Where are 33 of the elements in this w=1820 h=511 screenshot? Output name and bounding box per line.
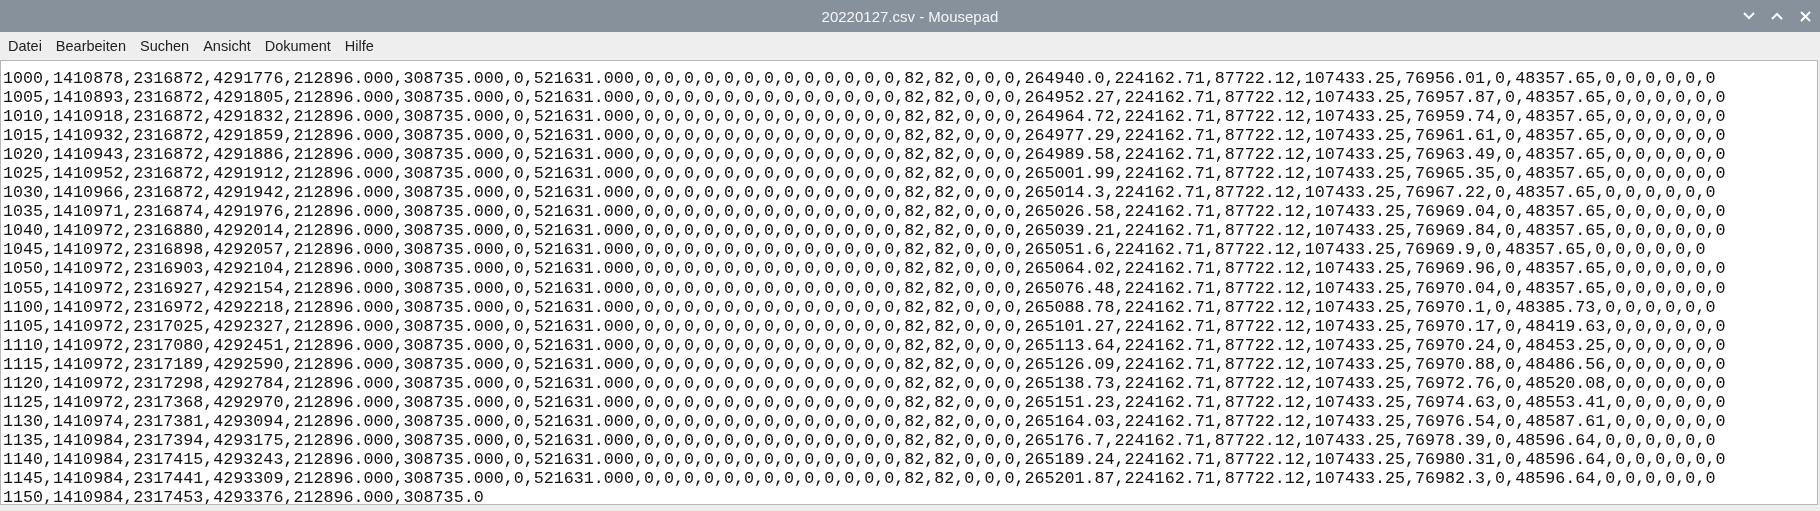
chevron-up-icon [1771,12,1783,20]
text-line: 1040,1410972,2316880,4292014,212896.000,308735.000,0,521631.000,0,0,0,0,0,0,0,0,0,0,0,0,0,82,82,0,0,0,265039.21,224162.71,87722.12,107433.25,76969.84,0,48357.65,0,0,0,0,0,0 [3,221,1726,241]
text-line: 1045,1410972,2316898,4292057,212896.000,308735.000,0,521631.000,0,0,0,0,0,0,0,0,0,0,0,0,0,82,82,0,0,0,265051.6,224162.71,87722.12,107433.25,76969.9,0,48357.65,0,0,0,0,0,0 [3,240,1706,260]
text-line: 1055,1410972,2316927,4292154,212896.000,308735.000,0,521631.000,0,0,0,0,0,0,0,0,0,0,0,0,0,82,82,0,0,0,265076.48,224162.71,87722.12,107433.25,76970.04,0,48357.65,0,0,0,0,0,0 [3,278,1726,298]
window-title: 20220127.csv - Mousepad [821,7,999,25]
menu-item[interactable]: Ansicht [197,38,257,54]
text-line: 1125,1410972,2317368,4292970,212896.000,308735.000,0,521631.000,0,0,0,0,0,0,0,0,0,0,0,0,0,82,82,0,0,0,265151.23,224162.71,87722.12,107433.25,76974.63,0,48553.41,0,0,0,0,0,0 [3,392,1726,412]
menu-item[interactable]: Hilfe [338,38,380,54]
menu-item[interactable]: Dokument [258,38,337,54]
text-line: 1035,1410971,2316874,4291976,212896.000,308735.000,0,521631.000,0,0,0,0,0,0,0,0,0,0,0,0,0,82,82,0,0,0,265026.58,224162.71,87722.12,107433.25,76969.04,0,48357.65,0,0,0,0,0,0 [3,202,1726,222]
text-line: 1050,1410972,2316903,4292104,212896.000,308735.000,0,521631.000,0,0,0,0,0,0,0,0,0,0,0,0,0,82,82,0,0,0,265064.02,224162.71,87722.12,107433.25,76969.96,0,48357.65,0,0,0,0,0,0 [3,259,1726,279]
menu-item[interactable]: Bearbeiten [49,38,132,54]
text-line: 1005,1410893,2316872,4291805,212896.000,308735.000,0,521631.000,0,0,0,0,0,0,0,0,0,0,0,0,0,82,82,0,0,0,264952.27,224162.71,87722.12,107433.25,76957.87,0,48357.65,0,0,0,0,0,0 [3,88,1726,108]
text-line: 1140,1410984,2317415,4293243,212896.000,308735.000,0,521631.000,0,0,0,0,0,0,0,0,0,0,0,0,0,82,82,0,0,0,265189.24,224162.71,87722.12,107433.25,76980.31,0,48596.64,0,0,0,0,0,0 [3,449,1726,469]
text-line: 1025,1410952,2316872,4291912,212896.000,308735.000,0,521631.000,0,0,0,0,0,0,0,0,0,0,0,0,0,82,82,0,0,0,265001.99,224162.71,87722.12,107433.25,76965.35,0,48357.65,0,0,0,0,0,0 [3,164,1726,184]
text-line: 1110,1410972,2317080,4292451,212896.000,308735.000,0,521631.000,0,0,0,0,0,0,0,0,0,0,0,0,0,82,82,0,0,0,265113.64,224162.71,87722.12,107433.25,76970.24,0,48453.25,0,0,0,0,0,0 [3,335,1726,355]
text-line: 1010,1410918,2316872,4291832,212896.000,308735.000,0,521631.000,0,0,0,0,0,0,0,0,0,0,0,0,0,82,82,0,0,0,264964.72,224162.71,87722.12,107433.25,76959.74,0,48357.65,0,0,0,0,0,0 [3,107,1726,127]
text-line: 1145,1410984,2317441,4293309,212896.000,308735.000,0,521631.000,0,0,0,0,0,0,0,0,0,0,0,0,0,82,82,0,0,0,265201.87,224162.71,87722.12,107433.25,76982.3,0,48596.64,0,0,0,0,0,0 [3,469,1716,489]
text-line: 1135,1410984,2317394,4293175,212896.000,308735.000,0,521631.000,0,0,0,0,0,0,0,0,0,0,0,0,0,82,82,0,0,0,265176.7,224162.71,87722.12,107433.25,76978.39,0,48596.64,0,0,0,0,0,0 [3,430,1716,450]
text-line: 1000,1410878,2316872,4291776,212896.000,308735.000,0,521631.000,0,0,0,0,0,0,0,0,0,0,0,0,0,82,82,0,0,0,264940.0,224162.71,87722.12,107433.25,76956.01,0,48357.65,0,0,0,0,0,0 [3,69,1716,89]
text-line: 1115,1410972,2317189,4292590,212896.000,308735.000,0,521631.000,0,0,0,0,0,0,0,0,0,0,0,0,0,82,82,0,0,0,265126.09,224162.71,87722.12,107433.25,76970.88,0,48486.56,0,0,0,0,0,0 [3,354,1726,374]
text-line: 1130,1410974,2317381,4293094,212896.000,308735.000,0,521631.000,0,0,0,0,0,0,0,0,0,0,0,0,0,82,82,0,0,0,265164.03,224162.71,87722.12,107433.25,76976.54,0,48587.61,0,0,0,0,0,0 [3,411,1726,431]
text-line: 1100,1410972,2316972,4292218,212896.000,308735.000,0,521631.000,0,0,0,0,0,0,0,0,0,0,0,0,0,82,82,0,0,0,265088.78,224162.71,87722.12,107433.25,76970.1,0,48385.73,0,0,0,0,0,0 [3,297,1716,317]
close-icon [1799,10,1811,22]
menu-item[interactable]: Suchen [134,38,196,54]
text-line: 1120,1410972,2317298,4292784,212896.000,308735.000,0,521631.000,0,0,0,0,0,0,0,0,0,0,0,0,0,82,82,0,0,0,265138.73,224162.71,87722.12,107433.25,76972.76,0,48520.08,0,0,0,0,0,0 [3,373,1726,393]
text-editor[interactable] [0,60,1818,505]
text-line: 1015,1410932,2316872,4291859,212896.000,308735.000,0,521631.000,0,0,0,0,0,0,0,0,0,0,0,0,0,82,82,0,0,0,264977.29,224162.71,87722.12,107433.25,76961.61,0,48357.65,0,0,0,0,0,0 [3,126,1726,146]
chevron-down-icon [1743,12,1755,20]
text-line: 1105,1410972,2317025,4292327,212896.000,308735.000,0,521631.000,0,0,0,0,0,0,0,0,0,0,0,0,0,82,82,0,0,0,265101.27,224162.71,87722.12,107433.25,76970.17,0,48419.63,0,0,0,0,0,0 [3,316,1726,336]
text-line: 1020,1410943,2316872,4291886,212896.000,308735.000,0,521631.000,0,0,0,0,0,0,0,0,0,0,0,0,0,82,82,0,0,0,264989.58,224162.71,87722.12,107433.25,76963.49,0,48357.65,0,0,0,0,0,0 [3,145,1726,165]
text-line: 1030,1410966,2316872,4291942,212896.000,308735.000,0,521631.000,0,0,0,0,0,0,0,0,0,0,0,0,0,82,82,0,0,0,265014.3,224162.71,87722.12,107433.25,76967.22,0,48357.65,0,0,0,0,0,0 [3,183,1716,203]
menu-item[interactable]: Datei [2,38,48,54]
